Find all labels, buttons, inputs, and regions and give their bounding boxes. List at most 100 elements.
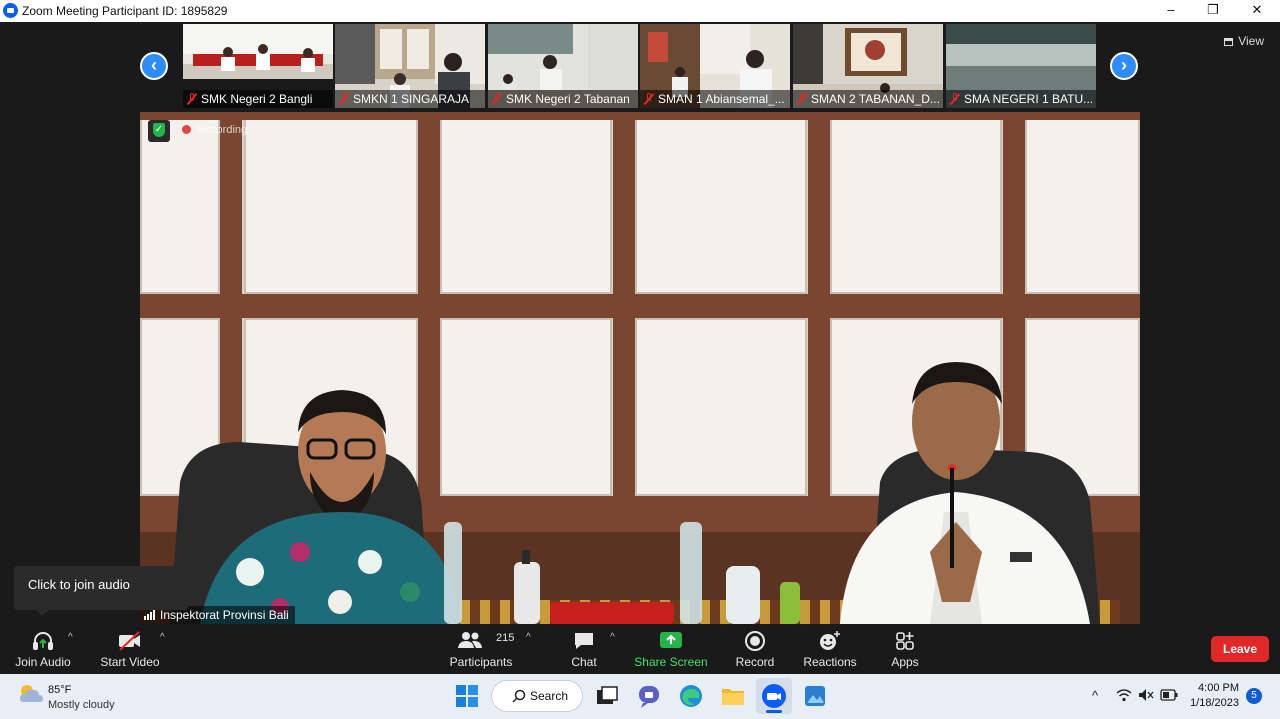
apps-label: Apps [891,655,919,669]
minimize-button[interactable]: – [1148,0,1194,22]
wood-frame [140,294,1140,318]
join-audio-tooltip: Click to join audio [14,566,188,616]
leave-button[interactable]: Leave [1211,636,1269,662]
participants-label: Participants [449,655,513,669]
reactions-icon [820,631,840,650]
notification-badge[interactable]: 5 [1246,688,1262,704]
wall-panel [635,118,807,294]
wood-frame [140,112,1140,120]
weather-condition: Mostly cloudy [48,699,115,711]
speaker-name: Inspektorat Provinsi Bali [160,608,289,622]
wall-panel [140,118,220,294]
gallery-strip: ‹ SMK Negeri 2 Bangli SMKN 1 SINGARAJA S… [0,22,1280,110]
wall-panel [1025,118,1140,294]
gallery-next-button[interactable]: › [1110,52,1138,80]
cloudy-weather-icon [20,685,43,702]
zoom-logo-icon [3,3,18,18]
task-view-icon[interactable] [594,683,620,709]
share-screen-label: Share Screen [634,655,708,669]
chat-button[interactable]: Chat [560,624,608,674]
participants-options-caret[interactable]: ^ [526,632,531,643]
mic-muted-icon [797,93,807,105]
weather-temp: 85°F [48,684,72,696]
edge-icon[interactable] [678,683,704,709]
video-off-icon [119,631,140,651]
join-audio-label: Join Audio [15,655,71,669]
encryption-shield-icon[interactable] [148,120,170,142]
window-title-bar: Zoom Meeting Participant ID: 1895829 – ❐… [0,0,1280,22]
participant-tile[interactable]: SMK Negeri 2 Bangli [183,24,333,108]
chat-icon[interactable] [636,683,662,709]
wood-frame [613,112,635,532]
video-options-caret[interactable]: ^ [160,632,165,643]
wall-panel [440,118,612,294]
chevron-right-icon: › [1121,55,1127,75]
participants-icon [458,632,482,648]
window-title: Zoom Meeting Participant ID: 1895829 [22,4,228,18]
reactions-button[interactable]: Reactions [800,624,860,674]
recording-dot-icon [182,125,191,134]
mic-muted-icon [339,93,349,105]
share-screen-button[interactable]: Share Screen [634,624,708,674]
start-video-label: Start Video [100,655,160,669]
recording-indicator: Recording [182,124,247,136]
participant-person-right [840,362,1100,624]
participant-name: SMAN 1 Abiansemal_... [658,92,785,106]
audio-options-caret[interactable]: ^ [68,632,73,643]
mic-muted-icon [187,93,197,105]
restore-button[interactable]: ❐ [1190,0,1236,22]
clock-date: 1/18/2023 [1190,697,1239,709]
system-clock[interactable]: 4:00 PM 1/18/2023 [1185,681,1239,711]
participant-name: SMKN 1 SINGARAJA [353,92,470,106]
tooltip-text: Click to join audio [28,577,130,592]
windows-start-icon[interactable] [454,683,480,709]
search-icon [512,689,526,703]
participant-tile[interactable]: SMAN 2 TABANAN_D... [793,24,943,108]
participant-tile[interactable]: SMAN 1 Abiansemal_... [640,24,790,108]
headphones-icon [33,632,53,650]
wifi-icon[interactable] [1116,688,1132,702]
main-speaker-video: Recording Inspektorat Provinsi Bali [140,112,1140,624]
chat-options-caret[interactable]: ^ [610,632,615,643]
wall-panel [635,318,807,496]
file-explorer-icon[interactable] [720,683,746,709]
gallery-prev-button[interactable]: ‹ [140,52,168,80]
record-label: Record [735,655,775,669]
start-video-button[interactable]: Start Video [94,624,166,674]
clock-time: 4:00 PM [1198,682,1239,694]
participants-count: 215 [496,632,515,644]
record-button[interactable]: Record [730,624,780,674]
apps-button[interactable]: Apps [880,624,930,674]
windows-taskbar: 85°F Mostly cloudy Search ^ 4:00 PM 1/18… [0,674,1280,719]
photos-icon[interactable] [802,683,828,709]
weather-widget[interactable]: 85°F Mostly cloudy [18,682,115,711]
chevron-left-icon: ‹ [151,55,157,75]
speaker-muted-icon[interactable] [1138,688,1154,702]
reactions-label: Reactions [803,655,857,669]
show-hidden-icons-chevron-icon[interactable]: ^ [1092,688,1098,703]
participant-name: SMA NEGERI 1 BATU... [964,92,1094,106]
participant-name: SMAN 2 TABANAN_D... [811,92,940,106]
view-button[interactable]: View [1224,34,1264,48]
chat-icon [575,633,593,649]
chat-label: Chat [571,655,597,669]
battery-icon[interactable] [1160,689,1178,701]
search-label: Search [530,689,569,703]
wall-panel [830,118,1002,294]
wall-panel [244,118,418,294]
zoom-icon [762,684,786,708]
meeting-toolbar: Join Audio ^ Start Video ^ 215 Participa… [0,624,1280,674]
participants-button[interactable]: 215 Participants [446,624,516,674]
participant-tile[interactable]: SMA NEGERI 1 BATU... [946,24,1096,108]
recording-label: Recording [197,124,248,136]
mic-muted-icon [492,93,502,105]
share-screen-icon [660,632,682,648]
zoom-taskbar-item[interactable] [756,678,792,714]
participant-tile[interactable]: SMKN 1 SINGARAJA [335,24,485,108]
view-grid-icon [1224,38,1234,46]
taskbar-search[interactable]: Search [492,681,582,711]
participant-tile[interactable]: SMK Negeri 2 Tabanan [488,24,638,108]
participant-name: SMK Negeri 2 Bangli [201,92,313,106]
close-button[interactable]: ✕ [1234,0,1280,22]
participant-name: SMK Negeri 2 Tabanan [506,92,630,106]
